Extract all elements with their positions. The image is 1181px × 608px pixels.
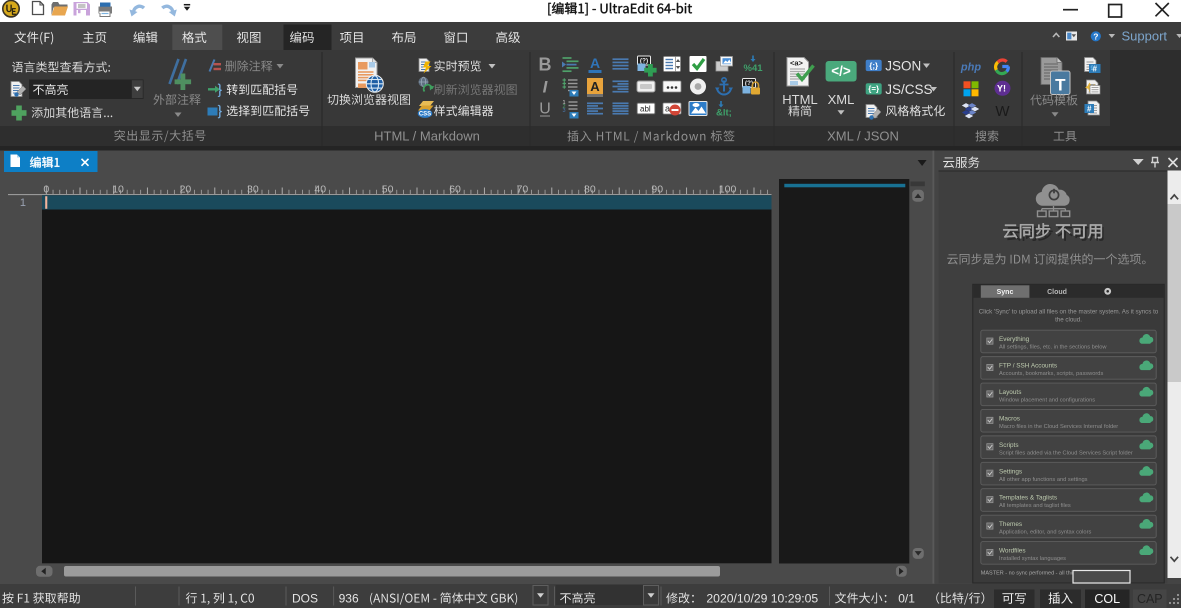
svg-text:DOS: DOS [292,592,318,606]
svg-text:Scripts: Scripts [999,442,1019,449]
svg-text:20: 20 [180,184,192,196]
svg-text:W: W [995,103,1010,120]
svg-text:10: 10 [112,184,124,196]
svg-text:A: A [590,55,600,71]
svg-text:Script files added via the Clo: Script files added via the Cloud Service… [999,450,1133,456]
svg-text:XML: XML [828,92,855,107]
svg-text:Sync: Sync [997,289,1014,296]
svg-text:Themes: Themes [999,521,1022,528]
svg-text:HTML: HTML [782,92,817,107]
svg-text:JSON: JSON [885,58,921,73]
svg-text:php: php [960,62,981,74]
svg-text:(?): (?) [640,58,648,65]
svg-text:XML / JSON: XML / JSON [827,129,899,144]
svg-text:T: T [1055,76,1066,95]
svg-text:Macros: Macros [999,415,1020,422]
svg-text:a: a [665,104,670,114]
svg-text:JS/CSS: JS/CSS [885,82,932,97]
svg-text:70: 70 [517,184,529,196]
svg-text:Macro files in the Cloud Servi: Macro files in the Cloud Services Intern… [999,424,1118,430]
svg-text:All settings, files, etc. in t: All settings, files, etc. in the section… [999,345,1107,351]
svg-text:0: 0 [43,184,49,196]
svg-text:CSS: CSS [419,112,431,118]
svg-text:{;}: {;} [869,61,878,70]
svg-text:abl: abl [640,105,651,114]
svg-text:&lt;: &lt; [716,108,732,119]
svg-text:{=}: {=} [868,85,879,94]
svg-text:50: 50 [382,184,394,196]
svg-text:90: 90 [651,184,663,196]
svg-text:FTP / SSH Accounts: FTP / SSH Accounts [999,363,1057,370]
svg-text:Everything: Everything [999,336,1030,343]
svg-text:1: 1 [20,197,26,209]
svg-text:Settings: Settings [999,468,1022,475]
svg-text:Application, editor, and synta: Application, editor, and syntax colors [999,530,1091,536]
svg-text:%41: %41 [744,63,764,74]
svg-text:Installed syntax languages: Installed syntax languages [999,556,1066,562]
svg-text:Layouts: Layouts [999,389,1021,396]
svg-text:COL: COL [1094,592,1120,606]
svg-text:Accounts, bookmarks, scripts,: Accounts, bookmarks, scripts, passwords [999,371,1103,377]
svg-text:<a>: <a> [790,59,804,68]
svg-text:936: 936 [339,592,359,606]
svg-text:HTML / Markdown: HTML / Markdown [374,129,480,144]
svg-text:All templates and taglist file: All templates and taglist files [999,503,1071,509]
svg-text:Templates & Taglists: Templates & Taglists [999,495,1057,502]
svg-text:B: B [539,55,552,75]
svg-text:80: 80 [584,184,596,196]
svg-text:Window placement and configura: Window placement and configurations [999,398,1095,404]
svg-text:U: U [539,101,551,118]
svg-text:Y!: Y! [997,84,1006,94]
svg-text:0/1: 0/1 [898,592,915,606]
svg-text:the cloud.: the cloud. [1055,317,1082,324]
svg-text:Click 'Sync' to upload all fil: Click 'Sync' to upload all files on the … [979,309,1159,316]
svg-text:60: 60 [449,184,461,196]
svg-text:3: 3 [563,108,566,114]
svg-text:Wordfiles: Wordfiles [999,548,1026,555]
svg-text:100: 100 [719,184,737,196]
svg-text:?: ? [1093,31,1098,41]
svg-text:Cloud: Cloud [1047,289,1067,296]
svg-text:MASTER - no sync performed - a: MASTER - no sync performed - all things [981,571,1081,577]
svg-text:</>: </> [831,64,851,79]
svg-text:30: 30 [247,184,259,196]
svg-text:40: 40 [314,184,326,196]
svg-text:#: # [1087,105,1092,114]
svg-text:Support: Support [1122,29,1168,44]
svg-text:CAP: CAP [1137,592,1163,606]
svg-text:A: A [590,79,600,94]
svg-text:All other app functions and se: All other app functions and settings [999,477,1088,483]
svg-text:2020/10/29 10:29:05: 2020/10/29 10:29:05 [706,592,818,606]
